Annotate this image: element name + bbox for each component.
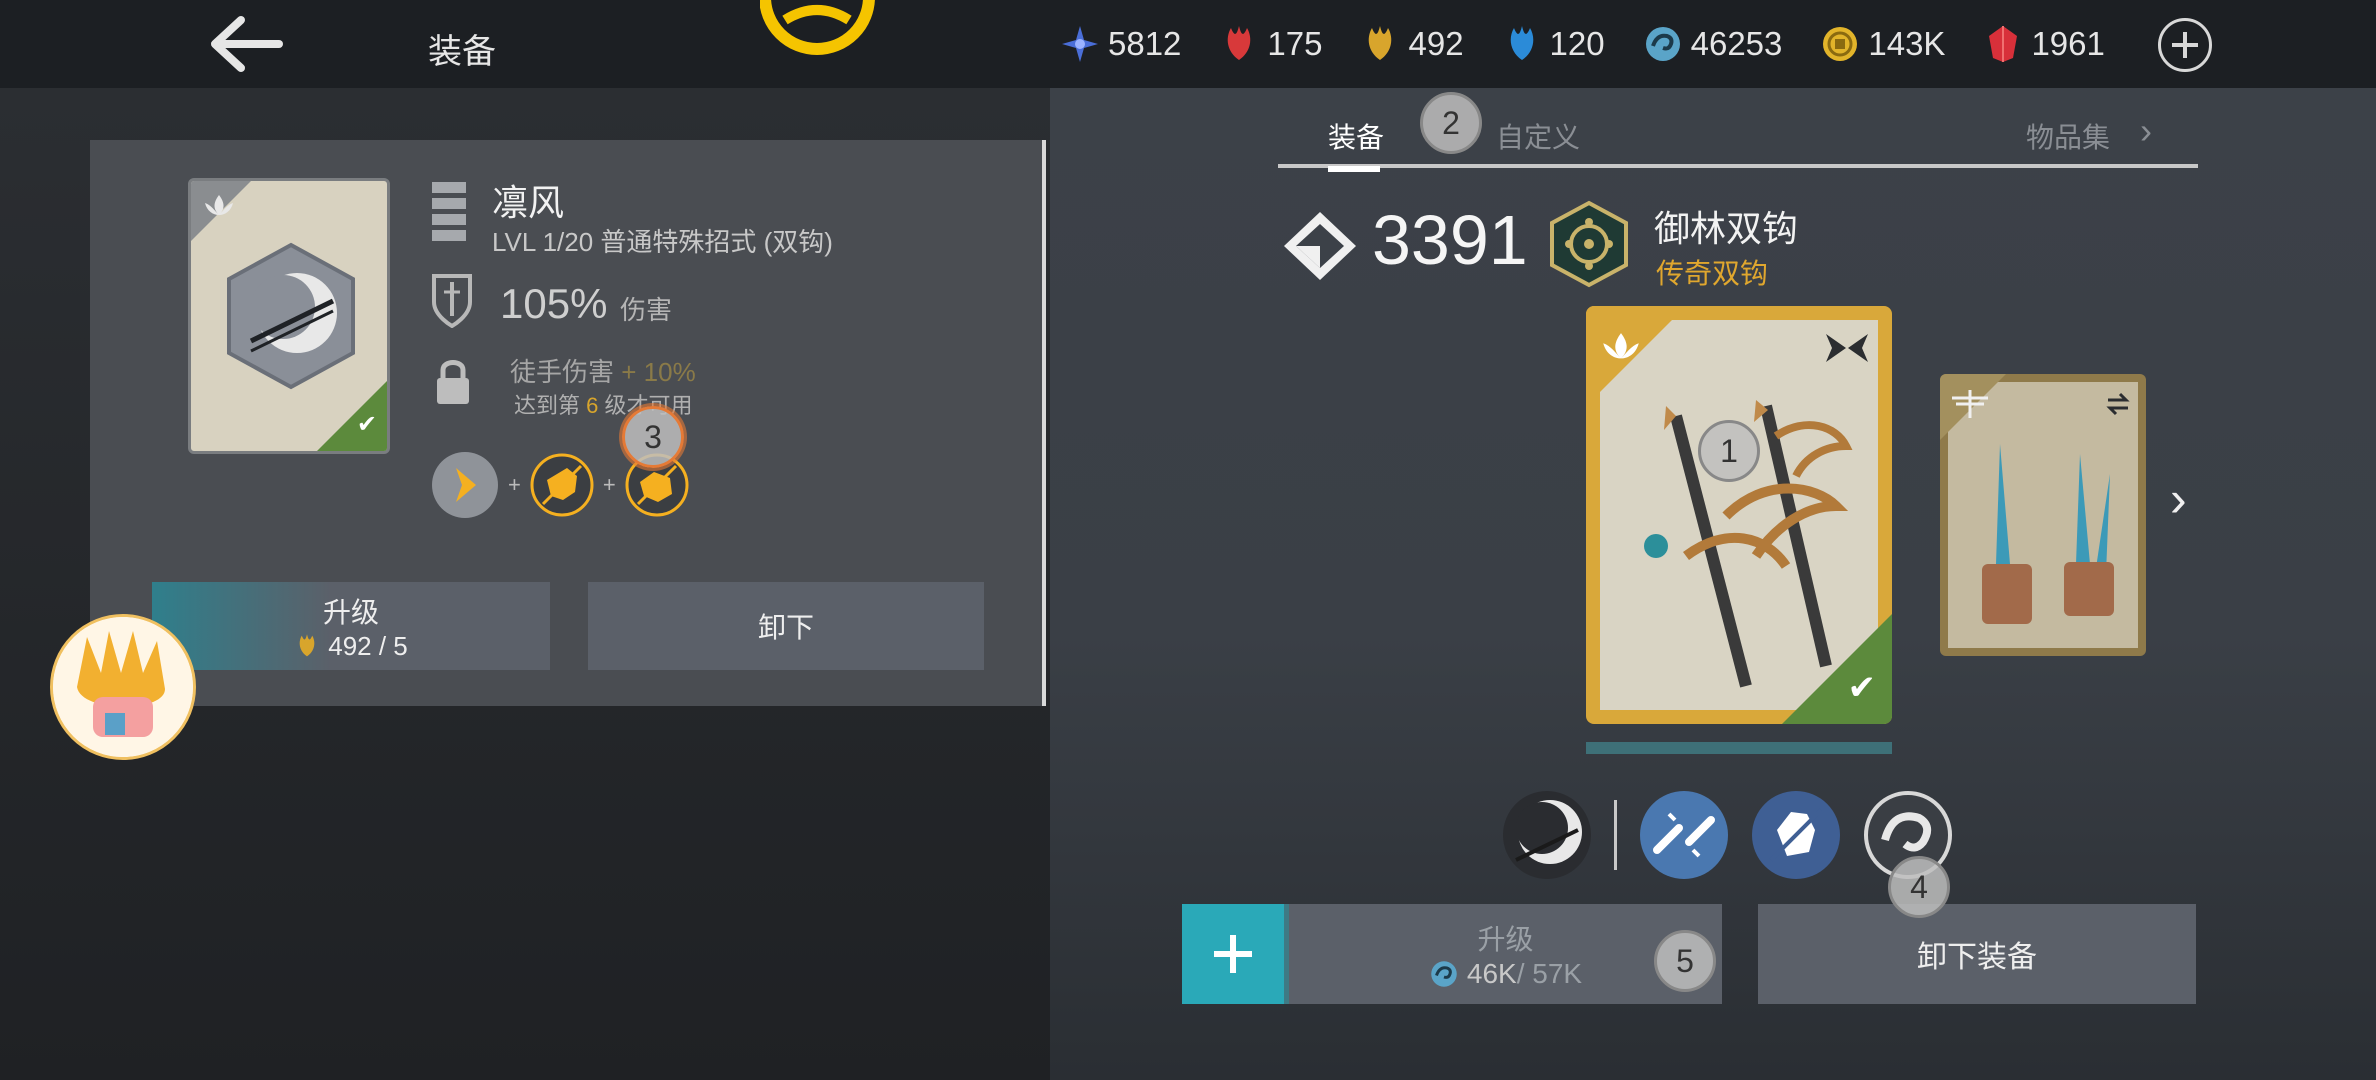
blue-star-shard-icon [1062,26,1098,62]
weapon-name: 御林双钩 [1654,208,1799,249]
currency-value: 120 [1549,25,1605,62]
blue-leaf-icon [1510,26,1533,60]
red-leaf-icon [1228,26,1251,60]
raised-fist-skill-icon[interactable] [1751,790,1841,880]
unlock-pre: 达到第 [514,393,581,418]
check-icon: ✔ [1847,669,1877,707]
locked-bonus-text: 徒手伤害 [510,357,615,387]
locked-bonus-value: + 10% [621,357,696,387]
locked-bonus: 徒手伤害 + 10% [510,352,696,389]
gold-leaf-icon [1369,26,1392,60]
lock-icon [437,360,469,404]
shield-sword-icon [432,274,472,328]
combo-plus: + [602,472,616,497]
swirl-coin-icon [1431,961,1457,987]
upgrade-have: 46K [1466,958,1517,989]
hook-skill-emblem-icon [227,242,355,390]
tutorial-marker-3: 3 [622,406,684,468]
card-progress-bar [1586,742,1892,754]
currency-value: 5812 [1108,25,1182,62]
forward-arrow-input-icon [432,452,498,518]
tab-active-indicator [1328,166,1380,172]
upgrade-cost-value: 492 / 5 [328,630,408,661]
gear-score: 3391 [1372,201,1528,279]
tutorial-marker-5: 5 [1654,930,1716,992]
check-icon: ✔ [356,411,377,438]
currency-gold-leaf: 492 [1360,24,1464,64]
swap-icon [2106,392,2130,416]
add-currency-button[interactable] [2158,18,2212,72]
chevron-right-icon[interactable]: › [2170,470,2187,528]
currency-bar: 5812 175 492 120 46253 143K 1961 [1060,18,2143,70]
lotus-icon [1603,333,1639,359]
skill-separator [1614,800,1617,870]
add-upgrade-material-button[interactable] [1182,904,1284,1004]
unequip-skill-button[interactable]: 卸下 [588,582,984,670]
damage-label: 伤害 [620,295,673,325]
chevron-right-icon[interactable]: › [2140,110,2152,152]
swirl-coin-icon [1645,27,1680,61]
page-title: 装备 [428,33,496,71]
currency-red-leaf: 175 [1219,24,1322,64]
weapon-rarity: 传奇双钩 [1656,258,1769,289]
currency-gold-coin: 143K [1820,24,1945,64]
dual-blade-class-icon [1826,334,1868,362]
upgrade-need: / 57K [1516,958,1583,989]
currency-swirl-coin: 46253 [1643,24,1783,64]
avatar[interactable] [50,614,196,760]
weapon-card-claws[interactable] [1940,374,2146,656]
tutorial-marker-4: 4 [1888,856,1950,918]
gear-score-icon [1284,212,1356,280]
unequip-weapon-button[interactable]: 卸下装备 [1758,904,2196,1004]
broken-chain-skill-icon[interactable] [1639,790,1729,880]
skill-name: 凛风 [492,182,565,223]
upgrade-cost: 46K / 57K [1429,958,1582,990]
gold-coin-icon [1823,27,1858,61]
currency-value: 1961 [2031,25,2105,62]
skill-level-line: LVL 1/20 普通特殊招式 (双钩) [492,227,833,257]
unlock-level: 6 [586,393,599,418]
upgrade-label: 升级 [322,596,379,628]
weapon-class-emblem-icon [1550,200,1628,288]
tab-divider [1278,164,2198,168]
damage-value: 105% [500,280,608,327]
grade-bars-icon [432,182,466,246]
currency-value: 492 [1408,25,1464,62]
currency-value: 46253 [1690,25,1783,62]
tutorial-marker-1: 1 [1698,420,1760,482]
skill-card[interactable]: ✔ [188,178,390,454]
back-arrow-icon[interactable] [205,14,285,74]
tab-custom[interactable]: 自定义 [1496,116,1580,156]
upgrade-label: 升级 [1477,924,1534,955]
tab-collection[interactable]: 物品集 [2026,116,2110,156]
equipped-weapon-card[interactable]: ✔ [1586,306,1892,724]
tab-equip[interactable]: 装备 [1328,116,1384,156]
top-bar: 装备 5812 175 492 120 46253 143K 1961 [0,0,2376,88]
currency-value: 175 [1267,25,1323,62]
currency-blue-leaf: 120 [1502,24,1605,64]
claw-weapon-icon [1982,444,2114,624]
game-logo-icon [760,0,875,55]
gold-leaf-icon [299,634,315,657]
fist-input-icon [530,453,594,517]
red-gem-icon [1989,26,2018,62]
hook-special-skill-icon[interactable] [1502,790,1592,880]
dragonfly-icon [1952,390,1988,418]
currency-star-shard: 5812 [1060,24,1181,64]
cartoon-avatar-icon [53,617,193,757]
panel-edge [1042,140,1046,706]
currency-red-gem: 1961 [1983,24,2105,64]
upgrade-skill-button[interactable]: 升级 492 / 5 [152,582,550,670]
combo-plus: + [508,472,521,497]
tutorial-marker-2: 2 [1420,92,1482,154]
lotus-icon [205,195,233,215]
tab-bar: 装备 自定义 物品集 › [1278,100,2198,172]
upgrade-cost: 492 / 5 [294,631,408,662]
currency-value: 143K [1868,25,1946,62]
